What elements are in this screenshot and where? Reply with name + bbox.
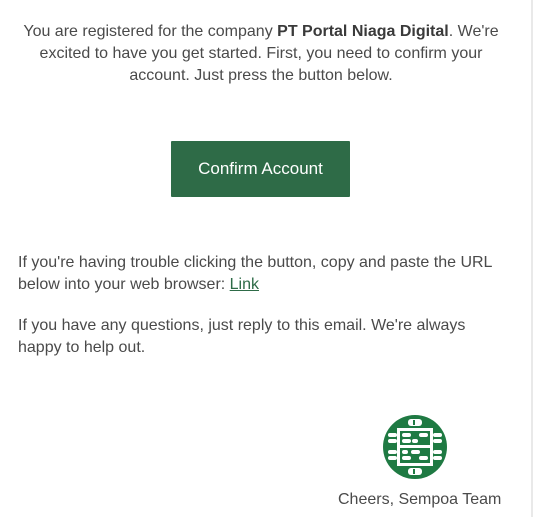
signoff-text: Cheers, Sempoa Team [338, 491, 502, 508]
sempoa-abacus-logo-icon [382, 414, 448, 480]
company-name: PT Portal Niaga Digital [277, 23, 449, 40]
trouble-paragraph: If you're having trouble clicking the bu… [18, 252, 518, 296]
confirm-account-button[interactable]: Confirm Account [171, 141, 350, 197]
confirm-url-link[interactable]: Link [230, 276, 259, 293]
email-body: You are registered for the company PT Po… [0, 0, 533, 517]
intro-text-start: You are registered for the company [23, 23, 278, 40]
questions-paragraph: If you have any questions, just reply to… [18, 317, 466, 356]
intro-paragraph: You are registered for the company PT Po… [10, 21, 512, 87]
